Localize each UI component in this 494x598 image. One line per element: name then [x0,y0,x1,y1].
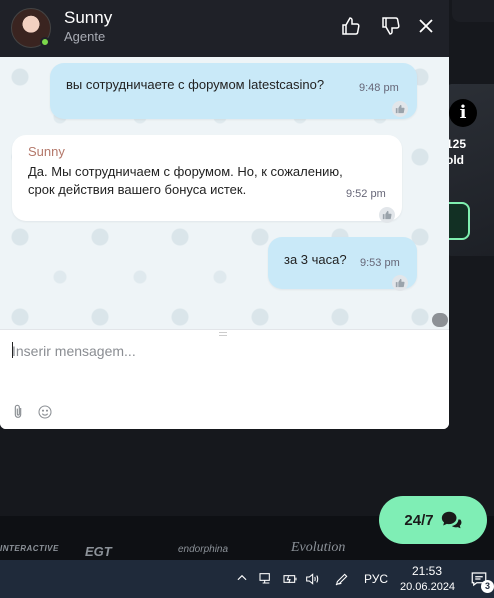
support-label: 24/7 [404,511,434,529]
agent-role: Agente [64,29,106,44]
paperclip-icon [14,404,22,418]
promo-text-1: 125 [446,137,467,151]
provider-logo: Evolution [291,540,346,555]
thumbs-up-icon [342,17,360,35]
close-button[interactable] [414,14,438,38]
agent-name: Sunny [64,8,113,27]
message-time: 9:53 pm [360,257,400,269]
info-icon[interactable]: i [449,99,477,127]
provider-logo: INTERACTIVE [0,544,59,553]
promo-button[interactable] [446,202,470,240]
taskbar: РУС 21:53 20.06.2024 3 [0,560,494,598]
online-status-indicator [40,37,50,47]
message-like-button[interactable] [392,275,408,291]
network-icon [259,573,270,584]
message-text: вы сотрудничаете с форумом latestcasino? [66,77,325,92]
thumbs-up-button[interactable] [339,14,363,38]
promo-card[interactable]: i 125 old [446,84,494,256]
thumbs-up-icon [395,104,405,114]
chevron-up-icon [237,574,247,581]
outgoing-message: за 3 часа? 9:53 pm [268,237,417,291]
speaker-icon [306,573,319,585]
attach-button[interactable] [10,404,26,420]
message-like-button[interactable] [392,101,408,117]
volume-button[interactable] [304,571,320,587]
battery-button[interactable] [282,571,298,587]
thumbs-down-button[interactable] [379,14,403,38]
site-topbar [452,0,494,22]
clock-date[interactable]: 20.06.2024 [400,581,455,593]
thumbs-down-icon [382,17,400,35]
message-text-line: срок действия вашего бонуса истек. [28,182,247,197]
incoming-message: Sunny Да. Мы сотрудничаем с форумом. Но,… [12,135,402,223]
thumbs-up-icon [395,278,405,288]
input-language[interactable]: РУС [364,572,388,586]
message-input[interactable] [12,340,432,362]
scroll-to-bottom-button[interactable] [432,313,448,327]
emoji-button[interactable] [37,404,53,420]
notification-count-badge: 3 [481,580,494,593]
resize-handle[interactable] [219,332,227,336]
message-time: 9:48 pm [359,82,399,94]
message-like-button[interactable] [379,207,395,223]
chat-header: Sunny Agente [0,0,449,57]
chat-window: Sunny Agente вы сотрудничаете с форумом … [0,0,449,429]
message-text: за 3 часа? [284,252,347,267]
network-button[interactable] [258,571,274,587]
message-text-line: Да. Мы сотрудничаем с форумом. Но, к сож… [28,164,343,179]
thumbs-up-icon [382,210,392,220]
clock-time[interactable]: 21:53 [412,564,442,578]
message-composer [0,329,449,429]
chat-bubbles-icon [441,511,462,529]
support-chat-button[interactable]: 24/7 [379,496,487,544]
show-hidden-icons-button[interactable] [234,571,250,587]
pen-icon [335,573,348,586]
text-caret [12,342,13,358]
outgoing-message: вы сотрудничаете с форумом latestcasino?… [50,63,417,119]
message-time: 9:52 pm [346,188,386,200]
message-sender: Sunny [28,144,65,159]
battery-icon [283,575,297,584]
provider-logo: EGT [85,544,112,559]
close-icon [419,19,433,33]
message-list[interactable]: вы сотрудничаете с форумом latestcasino?… [0,57,449,329]
pen-button[interactable] [334,571,350,587]
provider-logo: endorphina [178,544,229,555]
emoji-icon [38,405,52,419]
